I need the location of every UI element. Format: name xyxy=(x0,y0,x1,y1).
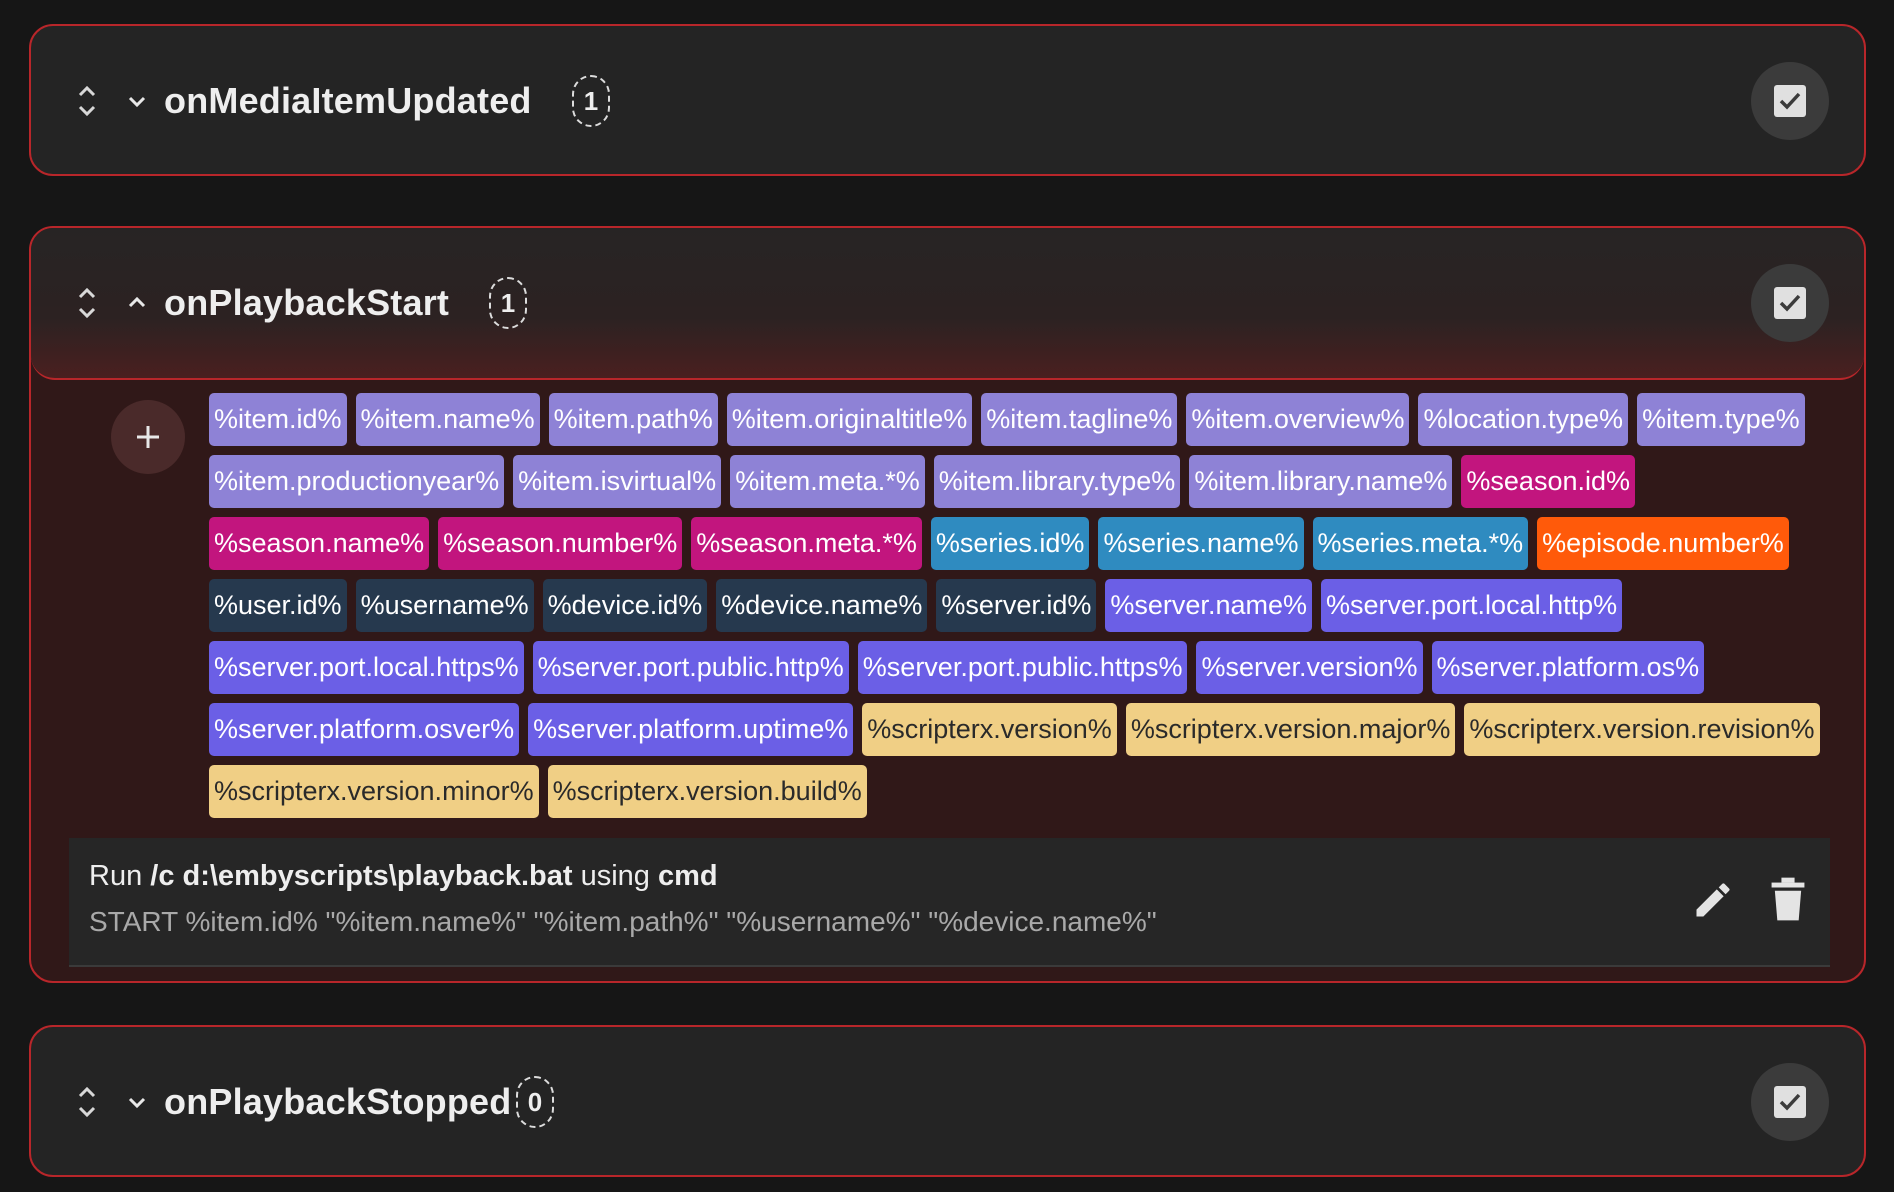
event-title: onPlaybackStart xyxy=(164,282,450,323)
interpreter-name: cmd xyxy=(658,860,718,892)
event-panel-onplaybackstart: onPlaybackStart 1 %item.id% %item.name% %i… xyxy=(29,226,1866,983)
variable-tag[interactable]: %device.name% xyxy=(716,579,928,632)
chevron-down-icon[interactable] xyxy=(125,1090,149,1114)
chevron-down-icon[interactable] xyxy=(125,89,149,113)
variable-tag[interactable]: %user.id% xyxy=(209,579,347,632)
variable-tag[interactable]: %scripterx.version.revision% xyxy=(1464,703,1820,756)
variable-tag[interactable]: %server.port.public.https% xyxy=(857,641,1188,694)
variable-tag[interactable]: %server.port.local.http% xyxy=(1321,579,1623,632)
variable-tag[interactable]: %item.originaltitle% xyxy=(726,393,973,446)
trash-icon[interactable] xyxy=(1768,876,1808,922)
variable-tag[interactable]: %scripterx.version.major% xyxy=(1125,703,1456,756)
variable-tag[interactable]: %server.id% xyxy=(936,579,1097,632)
checkbox-checked-icon xyxy=(1774,287,1806,319)
event-title: onPlaybackStopped xyxy=(164,1081,512,1122)
panel-header[interactable]: onPlaybackStart 1 xyxy=(31,228,1864,380)
item-count-badge: 0 xyxy=(516,1076,554,1128)
variable-tag[interactable]: %series.meta.*% xyxy=(1312,517,1529,570)
variable-tag[interactable]: %scripterx.version% xyxy=(862,703,1117,756)
variable-tag[interactable]: %item.id% xyxy=(209,393,347,446)
chevron-up-icon[interactable] xyxy=(125,291,149,315)
variable-tag[interactable]: %server.port.public.http% xyxy=(532,641,849,694)
variable-tag[interactable]: %item.tagline% xyxy=(981,393,1178,446)
variable-tag[interactable]: %server.name% xyxy=(1105,579,1312,632)
enable-toggle-button[interactable] xyxy=(1751,264,1829,342)
variable-tag[interactable]: %season.id% xyxy=(1461,455,1636,508)
variable-tag[interactable]: %item.name% xyxy=(355,393,540,446)
event-panel-onplaybackstopped: onPlaybackStopped 0 xyxy=(29,1025,1866,1177)
variable-tag[interactable]: %item.productionyear% xyxy=(209,455,505,508)
action-arguments: START %item.id% "%item.name%" "%item.pat… xyxy=(89,906,1157,937)
action-summary: Run /c d:\embyscripts\playback.bat using… xyxy=(89,860,718,893)
variable-tag[interactable]: %username% xyxy=(355,579,534,632)
script-path: /c d:\embyscripts\playback.bat xyxy=(150,860,573,892)
event-title: onMediaItemUpdated xyxy=(164,80,532,121)
variable-tag[interactable]: %item.overview% xyxy=(1186,393,1410,446)
add-action-button[interactable] xyxy=(111,400,185,474)
variable-tag[interactable]: %item.library.name% xyxy=(1189,455,1453,508)
panel-header[interactable]: onMediaItemUpdated 1 xyxy=(31,26,1864,174)
variable-tag[interactable]: %item.library.type% xyxy=(933,455,1181,508)
variable-tag[interactable]: %series.id% xyxy=(930,517,1090,570)
variable-tag[interactable]: %server.platform.os% xyxy=(1431,641,1705,694)
enable-toggle-button[interactable] xyxy=(1751,62,1829,140)
variable-tag[interactable]: %server.version% xyxy=(1196,641,1423,694)
action-row: Run /c d:\embyscripts\playback.bat using… xyxy=(69,838,1830,967)
variable-tag[interactable]: %server.port.local.https% xyxy=(209,641,524,694)
variable-tag[interactable]: %location.type% xyxy=(1418,393,1629,446)
variable-tag[interactable]: %scripterx.version.minor% xyxy=(209,765,539,818)
checkbox-checked-icon xyxy=(1774,85,1806,117)
unfold-icon[interactable] xyxy=(76,1082,98,1122)
variable-tag[interactable]: %item.meta.*% xyxy=(730,455,925,508)
unfold-icon[interactable] xyxy=(76,283,98,323)
item-count-badge: 1 xyxy=(572,75,610,127)
variable-tag[interactable]: %item.type% xyxy=(1637,393,1805,446)
variable-tag[interactable]: %server.platform.uptime% xyxy=(528,703,854,756)
variable-tag[interactable]: %episode.number% xyxy=(1537,517,1789,570)
unfold-icon[interactable] xyxy=(76,81,98,121)
variable-tag[interactable]: %season.meta.*% xyxy=(691,517,922,570)
variable-tag[interactable]: %season.number% xyxy=(438,517,683,570)
event-panel-onmediaitemupdated: onMediaItemUpdated 1 xyxy=(29,24,1866,176)
pencil-icon[interactable] xyxy=(1691,878,1735,922)
plus-icon xyxy=(137,426,159,448)
variable-tag[interactable]: %device.id% xyxy=(542,579,708,632)
run-prefix: Run xyxy=(89,860,143,892)
variable-tag[interactable]: %season.name% xyxy=(209,517,430,570)
variable-tag[interactable]: %server.platform.osver% xyxy=(209,703,520,756)
variable-tag-list: %item.id% %item.name% %item.path% %item.ori… xyxy=(209,393,1829,827)
item-count-badge: 1 xyxy=(489,277,527,329)
variable-tag[interactable]: %item.path% xyxy=(548,393,718,446)
variable-tag[interactable]: %scripterx.version.build% xyxy=(547,765,867,818)
enable-toggle-button[interactable] xyxy=(1751,1063,1829,1141)
variable-tag[interactable]: %item.isvirtual% xyxy=(513,455,722,508)
checkbox-checked-icon xyxy=(1774,1086,1806,1118)
variable-tag[interactable]: %series.name% xyxy=(1098,517,1304,570)
panel-header[interactable]: onPlaybackStopped 0 xyxy=(31,1027,1864,1175)
using-word: using xyxy=(580,860,650,892)
